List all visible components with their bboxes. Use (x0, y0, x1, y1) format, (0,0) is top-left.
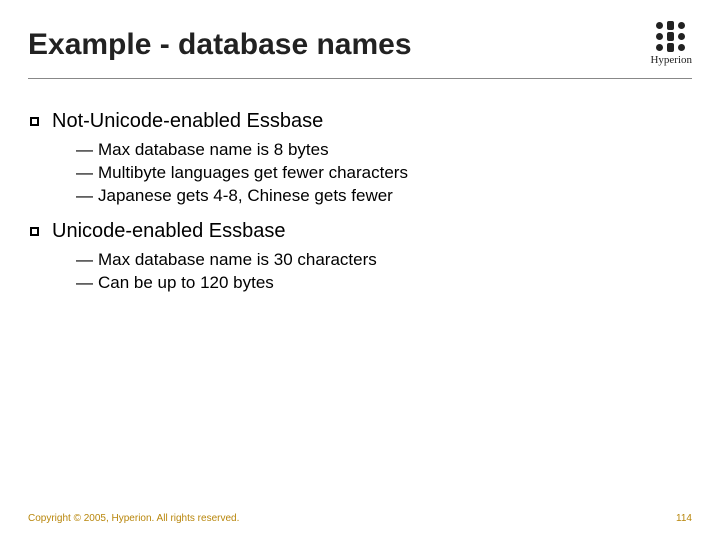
title-divider (28, 78, 692, 79)
list-item: Max database name is 30 characters (76, 249, 692, 272)
slide: Example - database names Hyperion Not-Un… (0, 0, 720, 540)
list-item: Can be up to 120 bytes (76, 272, 692, 295)
footer-copyright: Copyright © 2005, Hyperion. All rights r… (28, 513, 239, 524)
page-title: Example - database names (28, 28, 412, 62)
sub-list-1: Max database name is 8 bytes Multibyte l… (28, 139, 692, 208)
list-item: Max database name is 8 bytes (76, 139, 692, 162)
section-heading-1: Not-Unicode-enabled Essbase (28, 110, 692, 133)
content-area: Not-Unicode-enabled Essbase Max database… (28, 110, 692, 295)
brand-logo: Hyperion (650, 22, 692, 66)
list-item: Japanese gets 4-8, Chinese gets fewer (76, 185, 692, 208)
hyperion-dots-icon (656, 22, 686, 52)
brand-name: Hyperion (650, 54, 692, 66)
section-heading-2: Unicode-enabled Essbase (28, 220, 692, 243)
list-item: Multibyte languages get fewer characters (76, 162, 692, 185)
sub-list-2: Max database name is 30 characters Can b… (28, 249, 692, 295)
footer-page-number: 114 (676, 513, 692, 524)
